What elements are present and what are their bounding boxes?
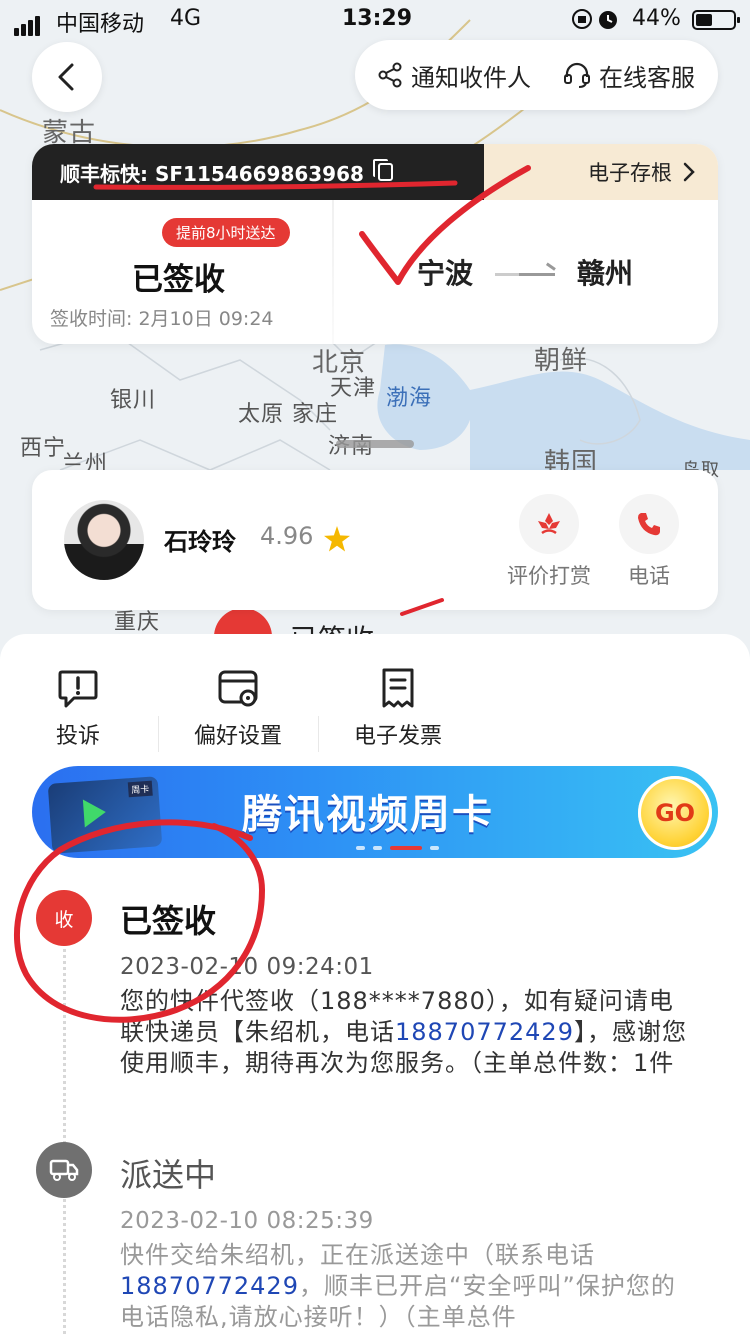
origin-city: 宁波 — [416, 257, 473, 290]
courier-card: 石玲玲 4.96 评价打赏 电话 — [32, 470, 718, 610]
status-bar: 中国移动 4G 13:29 44% — [0, 0, 750, 40]
complaint-button[interactable]: 投诉 — [0, 664, 158, 750]
chevron-left-icon — [58, 63, 74, 91]
map-label: 银川 — [110, 388, 157, 413]
waybill-card: 顺丰标快: SF1154669863968 电子存根 提前8小时送达 已签收 签… — [32, 144, 718, 344]
preference-card-icon — [218, 670, 258, 707]
share-icon — [378, 62, 402, 88]
network-type: 4G — [170, 6, 202, 31]
online-service-label: 在线客服 — [599, 63, 695, 92]
timeline-title: 已签收 — [120, 902, 217, 940]
notify-recipient-label: 通知收件人 — [411, 63, 531, 92]
orientation-lock-icon — [570, 6, 622, 38]
rate-and-tip-label: 评价打赏 — [507, 564, 591, 588]
truck-icon — [36, 1142, 92, 1198]
early-delivery-badge: 提前8小时送达 — [162, 218, 290, 247]
call-courier-label: 电话 — [628, 564, 670, 588]
lotus-icon — [538, 513, 560, 535]
courier-rating: 4.96 — [260, 522, 314, 550]
electronic-stub-label: 电子存根 — [588, 161, 672, 185]
tool-row: 投诉 偏好设置 电子发票 — [0, 664, 750, 754]
tencent-video-promo-banner[interactable]: 周卡 腾讯视频周卡 GO — [32, 766, 718, 858]
timeline-desc: 您的快件代签收（188****7880），如有疑问请电联快递员【朱绍机，电话18… — [120, 987, 687, 1077]
map-label: 西宁 — [20, 436, 67, 461]
clock: 13:29 — [342, 6, 413, 31]
destination-city: 赣州 — [577, 257, 634, 290]
signal-icon — [14, 11, 42, 36]
online-service-button[interactable]: 在线客服 — [563, 58, 695, 93]
go-button[interactable]: GO — [638, 776, 712, 850]
chevron-right-icon — [683, 162, 695, 182]
courier-phone-link[interactable]: 18870772429 — [395, 1018, 574, 1046]
route-arrow-icon — [495, 272, 555, 276]
preference-settings-button[interactable]: 偏好设置 — [158, 664, 318, 750]
electronic-stub-link[interactable]: 电子存根 — [484, 144, 718, 200]
battery-icon — [692, 10, 740, 30]
timeline-title: 派送中 — [120, 1156, 217, 1194]
map-drag-handle[interactable] — [336, 440, 414, 448]
back-button[interactable] — [32, 42, 102, 112]
timeline-connector — [63, 930, 66, 1150]
copy-icon[interactable] — [372, 159, 393, 181]
complaint-icon — [58, 670, 98, 708]
timeline-time: 2023-02-10 08:25:39 — [120, 1208, 374, 1234]
rate-and-tip-button[interactable]: 评价打赏 — [504, 494, 594, 590]
star-icon — [324, 526, 350, 552]
banner-title: 腾讯视频周卡 — [242, 792, 494, 838]
timeline-time: 2023-02-10 09:24:01 — [120, 954, 374, 980]
signed-node-icon: 收 — [36, 890, 92, 946]
e-invoice-label: 电子发票 — [353, 724, 442, 749]
timeline-connector — [63, 1186, 66, 1334]
tracking-sheet[interactable]: 投诉 偏好设置 电子发票 周卡 腾讯视频周卡 GO 收 已签收 2023-02-… — [0, 634, 750, 1334]
map-label: 太原 — [238, 402, 285, 427]
e-invoice-button[interactable]: 电子发票 — [318, 664, 478, 750]
play-icon — [82, 797, 107, 828]
video-card-image: 周卡 — [47, 776, 163, 854]
sign-time: 签收时间: 2月10日 09:24 — [50, 308, 274, 330]
avatar[interactable] — [64, 500, 144, 580]
delivery-status: 已签收 — [132, 262, 225, 298]
invoice-icon — [382, 668, 414, 708]
notify-recipient-button[interactable]: 通知收件人 — [377, 58, 531, 93]
waybill-number: 顺丰标快: SF1154669863968 — [60, 161, 364, 186]
phone-icon — [638, 513, 660, 536]
timeline-desc: 快件交给朱绍机，正在派送途中（联系电话18870772429，顺丰已开启“安全呼… — [120, 1241, 676, 1331]
courier-name: 石玲玲 — [164, 528, 236, 556]
courier-phone-link[interactable]: 18870772429 — [120, 1272, 299, 1300]
headset-icon — [564, 62, 590, 88]
top-action-bar: 通知收件人 在线客服 — [355, 40, 718, 110]
carrier-name: 中国移动 — [56, 12, 145, 37]
battery-percent: 44% — [632, 6, 681, 31]
complaint-label: 投诉 — [55, 724, 100, 749]
map-label: 渤海 — [386, 386, 433, 411]
waybill-number-bar: 顺丰标快: SF1154669863968 — [32, 144, 532, 200]
card-tag: 周卡 — [127, 780, 153, 798]
carousel-dots — [356, 846, 439, 850]
call-courier-button[interactable]: 电话 — [604, 494, 694, 590]
preference-settings-label: 偏好设置 — [193, 724, 282, 749]
map-label: 朝鲜 — [534, 346, 589, 376]
route-summary: 宁波 赣州 — [332, 200, 718, 344]
map-label: 家庄 — [292, 402, 339, 427]
